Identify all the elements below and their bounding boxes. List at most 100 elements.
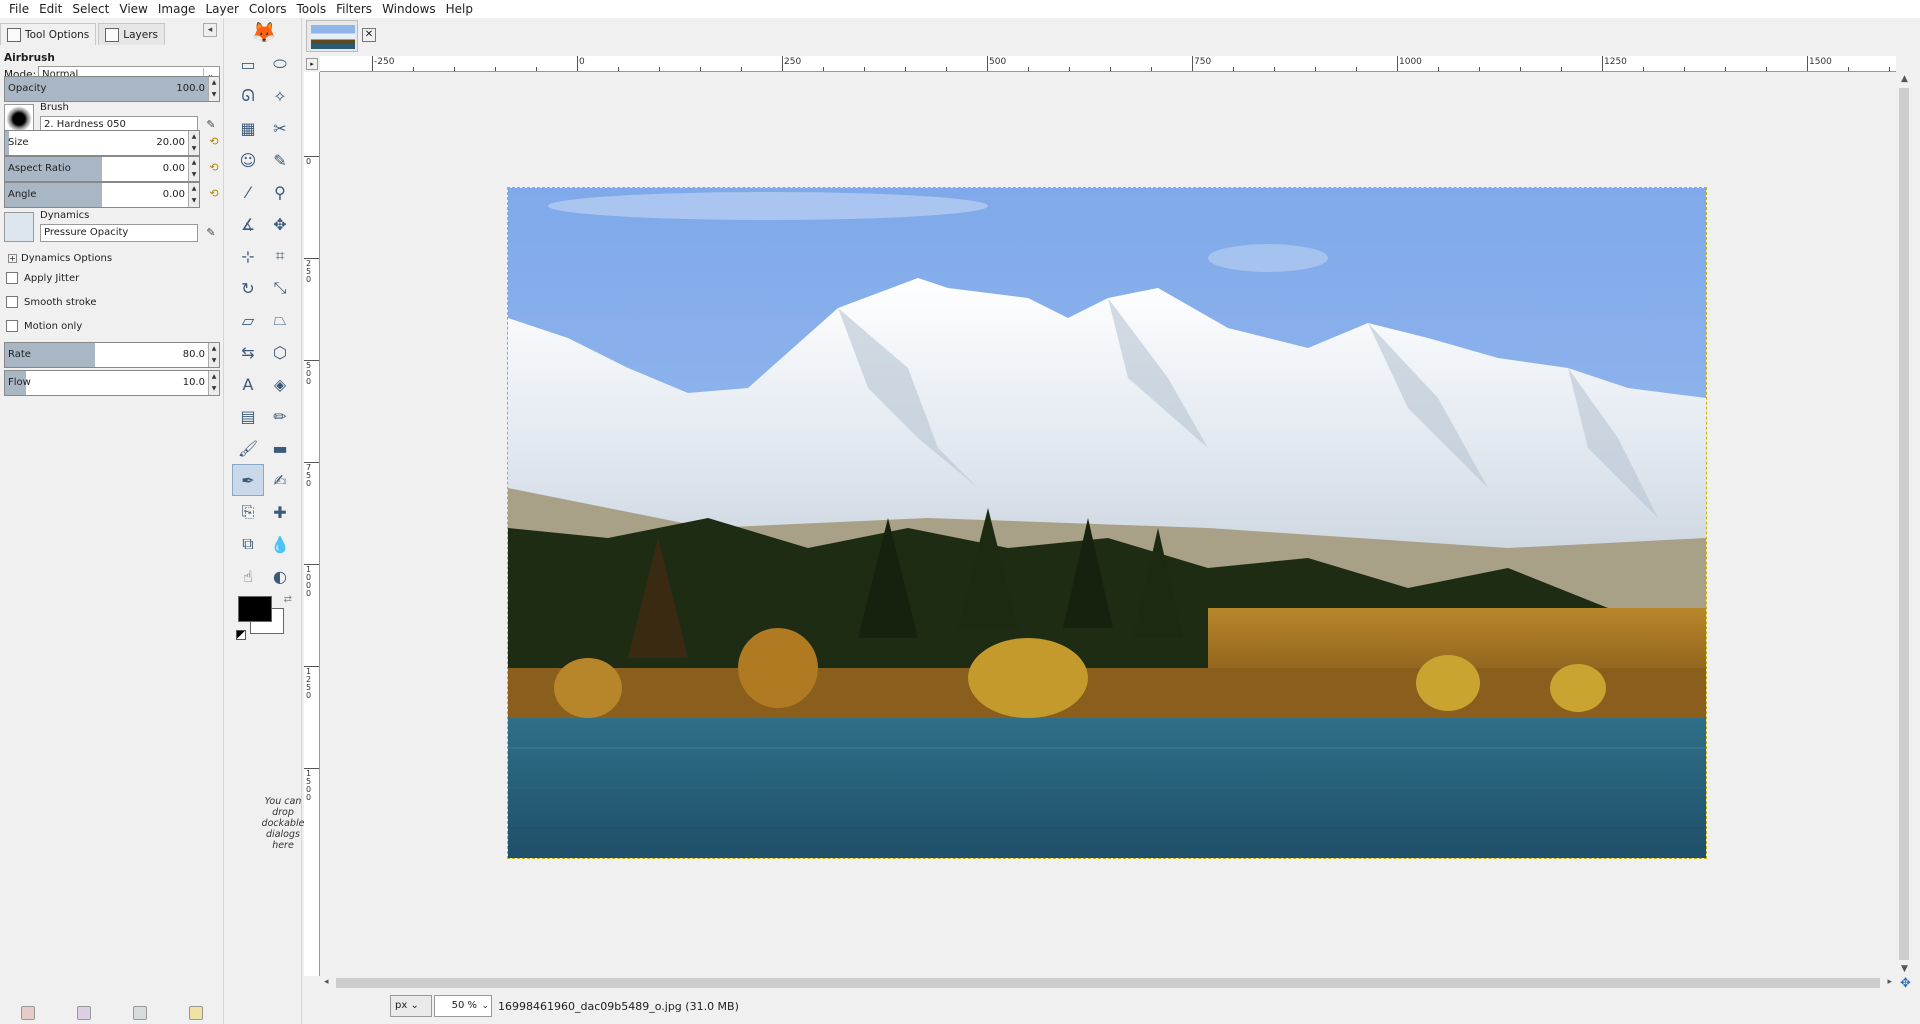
ink-icon[interactable]: ✍ [264, 464, 296, 496]
ruler-label: 1250 [1604, 57, 1627, 67]
tab-layers[interactable]: Layers [98, 23, 165, 45]
close-icon[interactable]: ✕ [362, 28, 376, 42]
perspective-clone-icon[interactable]: ⧉ [232, 528, 264, 560]
scroll-down-icon[interactable]: ▼ [1901, 964, 1908, 974]
shear-icon[interactable]: ▱ [232, 304, 264, 336]
vertical-scroll-thumb[interactable] [1899, 88, 1909, 960]
menu-windows[interactable]: Windows [377, 0, 441, 18]
scroll-up-icon[interactable]: ▲ [1901, 74, 1908, 84]
rect-select-icon[interactable]: ▭ [232, 48, 264, 80]
canvas-area[interactable] [320, 72, 1896, 976]
delete-preset-icon[interactable] [133, 1006, 147, 1020]
size-spinner[interactable]: ▲ ▼ [188, 131, 199, 155]
dock-menu-button[interactable]: ◂ [203, 23, 217, 37]
restore-preset-icon[interactable] [77, 1006, 91, 1020]
default-colors-icon[interactable] [236, 630, 246, 640]
menu-view[interactable]: View [114, 0, 152, 18]
scissors-icon[interactable]: ✂ [264, 112, 296, 144]
vertical-ruler[interactable]: 0 250 500 750 1000 1250 1500 [304, 72, 320, 976]
save-preset-icon[interactable] [21, 1006, 35, 1020]
foreground-select-icon[interactable]: ☺ [232, 144, 264, 176]
navigate-icon[interactable]: ✥ [1900, 976, 1911, 991]
size-slider[interactable]: Size 20.00 ▲ ▼ [4, 130, 200, 156]
rate-slider[interactable]: Rate 80.0 ▲ ▼ [4, 342, 220, 368]
bucket-fill-icon[interactable]: ◈ [264, 368, 296, 400]
rotate-icon[interactable]: ↻ [232, 272, 264, 304]
angle-slider[interactable]: Angle 0.00 ▲ ▼ [4, 182, 200, 208]
rate-spinner[interactable]: ▲ ▼ [208, 343, 219, 367]
measure-icon[interactable]: ∡ [232, 208, 264, 240]
opacity-spinner[interactable]: ▲ ▼ [208, 77, 219, 101]
horizontal-scroll-thumb[interactable] [336, 978, 1880, 988]
menu-colors[interactable]: Colors [244, 0, 292, 18]
dynamics-preview[interactable] [4, 212, 34, 242]
ellipse-select-icon[interactable]: ⬭ [264, 48, 296, 80]
flow-slider[interactable]: Flow 10.0 ▲ ▼ [4, 370, 220, 396]
zoom-select[interactable]: 50 % ⌄ [434, 995, 492, 1017]
flow-spinner[interactable]: ▲ ▼ [208, 371, 219, 395]
perspective-icon[interactable]: ⏢ [264, 304, 296, 336]
quick-mask-toggle[interactable]: ▸ [306, 58, 318, 70]
free-select-icon[interactable]: ᘏ [232, 80, 264, 112]
scale-icon[interactable]: ⤡ [264, 272, 296, 304]
menu-layer[interactable]: Layer [200, 0, 243, 18]
reset-size-icon[interactable]: ⟲ [205, 132, 223, 152]
image-tab[interactable] [306, 20, 358, 52]
crop-icon[interactable]: ⌗ [264, 240, 296, 272]
vertical-scrollbar[interactable]: ▲ ▼ [1896, 72, 1914, 976]
pencil-icon[interactable]: ✏ [264, 400, 296, 432]
dynamics-field[interactable]: Pressure Opacity [40, 224, 198, 242]
paths-icon[interactable]: ✎ [264, 144, 296, 176]
swap-colors-icon[interactable]: ⇄ [284, 594, 292, 605]
menu-select[interactable]: Select [67, 0, 114, 18]
reset-angle-icon[interactable]: ⟲ [205, 184, 223, 204]
clone-icon[interactable]: ⎘ [232, 496, 264, 528]
menu-filters[interactable]: Filters [331, 0, 377, 18]
checkbox-box[interactable] [6, 296, 18, 308]
menu-tools[interactable]: Tools [292, 0, 332, 18]
paintbrush-icon[interactable]: 🖌 [232, 432, 264, 464]
horizontal-ruler[interactable]: -250025050075010001250150017502000225025… [320, 56, 1896, 72]
reset-aspect-ratio-icon[interactable]: ⟲ [205, 158, 223, 178]
color-picker-icon[interactable]: ⁄ [232, 176, 264, 208]
flip-icon[interactable]: ⇆ [232, 336, 264, 368]
menu-help[interactable]: Help [441, 0, 478, 18]
image-thumbnail [311, 25, 355, 49]
checkbox-box[interactable] [6, 272, 18, 284]
fuzzy-select-icon[interactable]: ✧ [264, 80, 296, 112]
smooth-stroke-checkbox[interactable]: Smooth stroke [6, 294, 97, 310]
tab-tool-options[interactable]: Tool Options [0, 23, 97, 45]
dynamics-options-expander[interactable]: + Dynamics Options [8, 250, 112, 266]
reset-options-icon[interactable] [189, 1006, 203, 1020]
smudge-icon[interactable]: ☝ [232, 560, 264, 592]
scroll-right-icon[interactable]: ▸ [1887, 977, 1892, 987]
eraser-icon[interactable]: ▬ [264, 432, 296, 464]
menu-file[interactable]: File [4, 0, 34, 18]
move-icon[interactable]: ✥ [264, 208, 296, 240]
image-canvas[interactable] [507, 187, 1707, 859]
motion-only-checkbox[interactable]: Motion only [6, 318, 82, 334]
edit-dynamics-icon[interactable]: ✎ [202, 224, 220, 242]
horizontal-scrollbar[interactable]: ◂ ▸ [320, 976, 1896, 990]
airbrush-icon[interactable]: ✒ [232, 464, 264, 496]
blur-icon[interactable]: 💧 [264, 528, 296, 560]
apply-jitter-checkbox[interactable]: Apply Jitter [6, 270, 79, 286]
dodge-burn-icon[interactable]: ◐ [264, 560, 296, 592]
menu-edit[interactable]: Edit [34, 0, 67, 18]
color-select-icon[interactable]: ▦ [232, 112, 264, 144]
aspect-ratio-spinner[interactable]: ▲ ▼ [188, 157, 199, 181]
angle-spinner[interactable]: ▲ ▼ [188, 183, 199, 207]
scroll-left-icon[interactable]: ◂ [324, 977, 329, 987]
unit-select[interactable]: px ⌄ [390, 995, 432, 1017]
menu-image[interactable]: Image [153, 0, 201, 18]
text-icon[interactable]: A [232, 368, 264, 400]
cage-icon[interactable]: ⬡ [264, 336, 296, 368]
gradient-icon[interactable]: ▤ [232, 400, 264, 432]
heal-icon[interactable]: ✚ [264, 496, 296, 528]
align-icon[interactable]: ⊹ [232, 240, 264, 272]
opacity-slider[interactable]: Opacity 100.0 ▲ ▼ [4, 76, 220, 102]
checkbox-box[interactable] [6, 320, 18, 332]
foreground-color[interactable] [238, 596, 272, 622]
aspect-ratio-slider[interactable]: Aspect Ratio 0.00 ▲ ▼ [4, 156, 200, 182]
zoom-icon[interactable]: ⚲ [264, 176, 296, 208]
